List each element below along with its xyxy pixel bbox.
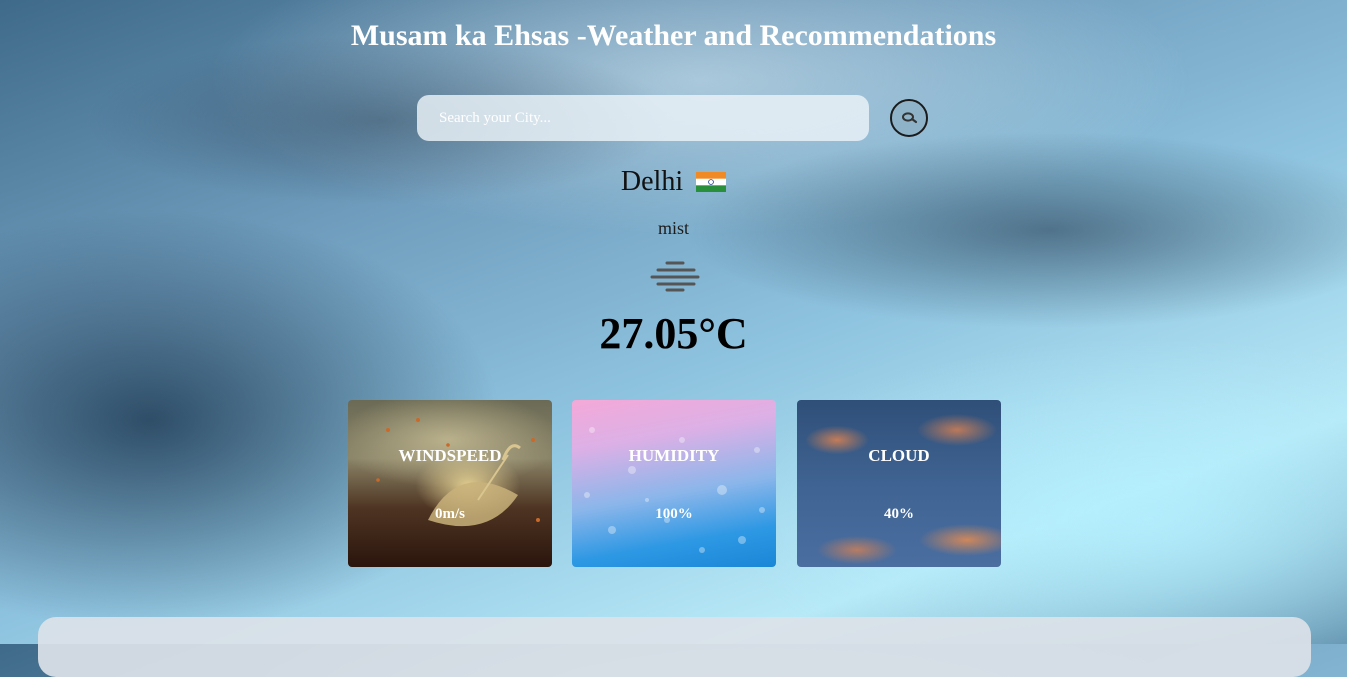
water-drops-image <box>584 427 765 553</box>
search-icon <box>902 112 918 124</box>
windspeed-card: WINDSPEED 0m/s <box>348 400 552 567</box>
search-input[interactable] <box>417 95 869 141</box>
page-title: Musam ka Ehsas -Weather and Recommendati… <box>350 19 997 52</box>
weather-description: mist <box>657 218 689 238</box>
card-value: 100% <box>655 506 693 522</box>
search-button[interactable] <box>890 99 928 137</box>
card-value: 40% <box>884 506 914 522</box>
mist-icon <box>650 260 700 297</box>
card-label: CLOUD <box>868 446 930 465</box>
recommendations-panel <box>38 617 1311 677</box>
card-label: HUMIDITY <box>628 446 720 465</box>
umbrella-image <box>376 418 540 527</box>
city-name-row: Delhi <box>0 166 1347 200</box>
temperature: 27.05°C <box>599 309 748 358</box>
cloud-card: CLOUD 40% <box>797 400 1001 567</box>
card-value: 0m/s <box>435 506 465 522</box>
card-label: WINDSPEED <box>398 446 502 465</box>
city-name: Delhi <box>620 166 684 197</box>
india-flag-icon <box>696 168 727 200</box>
humidity-card: HUMIDITY 100% <box>572 400 776 567</box>
